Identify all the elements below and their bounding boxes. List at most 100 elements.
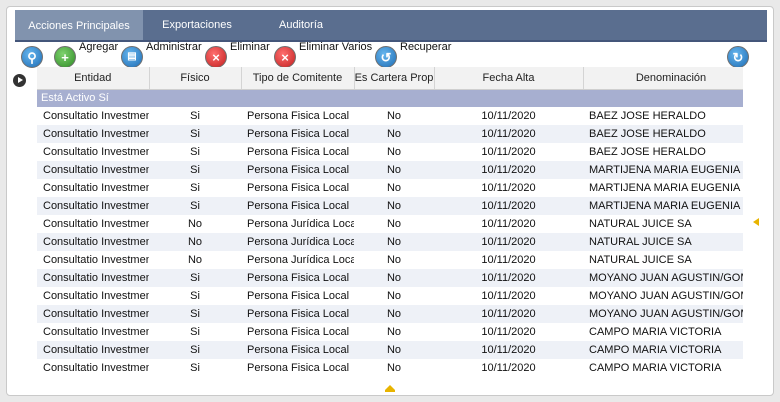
table-row[interactable]: Consultatio Investments Si Persona Fisica … [37,179,743,197]
cell-cartera-prop: No [354,125,434,143]
cell-tipo-comitente: Persona Fisica Local [241,341,354,359]
cell-denominacion: MOYANO JUAN AGUSTIN/GOME [583,269,743,287]
table-row[interactable]: Consultatio Investments Si Persona Fisica … [37,107,743,125]
cell-fecha-alta: 10/11/2020 [481,362,536,374]
cell-cartera-prop: No [386,362,402,374]
collapse-left-icon[interactable] [753,217,759,227]
recover-button[interactable]: ↺ Recuperar [375,41,452,68]
cell-tipo-comitente: Persona Fisica Local [247,362,350,374]
table-row[interactable]: Consultatio Investments No Persona Jurídic… [37,233,743,251]
cell-fecha-alta: 10/11/2020 [481,182,536,194]
table-row[interactable]: Consultatio Investments Si Persona Fisica … [37,359,743,377]
cell-tipo-comitente: Persona Fisica Local [247,290,350,302]
folder-icon: ▤ [121,46,143,68]
table-row[interactable]: Consultatio Investments Si Persona Fisica … [37,323,743,341]
cell-fecha-alta: 10/11/2020 [481,326,536,338]
plus-icon: + [54,46,76,68]
admin-button[interactable]: ▤ Administrar [121,41,202,68]
main-panel: Acciones Principales Exportaciones Audit… [6,6,774,396]
cell-entidad: Consultatio Investments [43,290,149,302]
delete-button[interactable]: × Eliminar [205,41,270,68]
cell-entidad: Consultatio Investments [43,218,149,230]
cell-fisico: Si [149,125,241,143]
cell-cartera-prop: No [386,218,402,230]
add-label: Agregar [79,41,119,53]
col-header-fecha-alta[interactable]: Fecha Alta [434,67,584,90]
cell-tipo-comitente: Persona Jurídica Local [247,218,354,230]
cell-fisico: Si [149,161,241,179]
close-multiple-icon: × [274,46,296,68]
cell-fecha-alta: 10/11/2020 [434,341,583,359]
col-header-entidad[interactable]: Entidad [37,67,150,90]
close-icon: × [205,46,227,68]
cell-entidad: Consultatio Investments [43,146,149,158]
cell-tipo-comitente: Persona Jurídica Local [241,233,354,251]
tab-auditoria[interactable]: Auditoría [261,10,341,40]
cell-cartera-prop: No [354,341,434,359]
cell-tipo-comitente: Persona Fisica Local [241,197,354,215]
search-icon: ⚲ [21,46,43,68]
table-row[interactable]: Consultatio Investments Si Persona Fisica … [37,287,743,305]
search-button[interactable]: ⚲ [21,41,43,68]
cell-tipo-comitente: Persona Fisica Local [241,161,354,179]
refresh-button[interactable]: ↻ [727,41,749,68]
table-row[interactable]: Consultatio Investments Si Persona Fisica … [37,143,743,161]
table-row[interactable]: Consultatio Investments Si Persona Fisica … [37,269,743,287]
table-row[interactable]: Consultatio Investments Si Persona Fisica … [37,125,743,143]
cell-fecha-alta: 10/11/2020 [434,197,583,215]
cell-fisico: No [187,218,203,230]
recover-label: Recuperar [400,41,452,53]
cell-denominacion: BAEZ JOSE HERALDO [589,110,706,122]
cell-fisico: Si [149,305,241,323]
cell-tipo-comitente: Persona Fisica Local [241,269,354,287]
cell-entidad: Consultatio Investments [37,161,149,179]
cell-fecha-alta: 10/11/2020 [434,233,583,251]
play-icon[interactable] [13,74,26,87]
col-header-denominacion[interactable]: Denominación [583,67,743,90]
cell-entidad: Consultatio Investments [37,125,149,143]
cell-entidad: Consultatio Investments [37,269,149,287]
table-row[interactable]: Consultatio Investments Si Persona Fisica … [37,161,743,179]
cell-cartera-prop: No [386,182,402,194]
cell-denominacion: MARTIJENA MARIA EUGENIA [589,182,741,194]
cell-cartera-prop: No [386,146,402,158]
group-row[interactable]: Está Activo Sí [37,89,743,107]
add-button[interactable]: + Agregar [54,41,119,68]
cell-fecha-alta: 10/11/2020 [434,305,583,323]
cell-entidad: Consultatio Investments [43,110,149,122]
delete-many-button[interactable]: × Eliminar Varios [274,41,373,68]
cell-fecha-alta: 10/11/2020 [434,125,583,143]
collapse-up-icon[interactable] [385,385,395,392]
cell-tipo-comitente: Persona Fisica Local [247,182,350,194]
cell-fecha-alta: 10/11/2020 [481,254,536,266]
table-row[interactable]: Consultatio Investments Si Persona Fisica … [37,341,743,359]
col-header-tipo-comitente[interactable]: Tipo de Comitente [241,67,355,90]
cell-entidad: Consultatio Investments [37,233,149,251]
tab-exportaciones[interactable]: Exportaciones [153,10,241,40]
cell-denominacion: NATURAL JUICE SA [583,233,743,251]
delete-many-label: Eliminar Varios [299,41,373,53]
cell-tipo-comitente: Persona Fisica Local [247,110,350,122]
cell-fisico: Si [190,182,200,194]
cell-entidad: Consultatio Investments [43,182,149,194]
cell-fisico: Si [149,341,241,359]
cell-fecha-alta: 10/11/2020 [481,146,536,158]
cell-fisico: Si [190,362,200,374]
table-row[interactable]: Consultatio Investments Si Persona Fisica … [37,197,743,215]
table-row[interactable]: Consultatio Investments No Persona Jurídic… [37,251,743,269]
col-header-fisico[interactable]: Físico [149,67,242,90]
tab-acciones-principales[interactable]: Acciones Principales [15,10,143,40]
header-row: Entidad Físico Tipo de Comitente Es Cart… [37,67,743,90]
cell-fecha-alta: 10/11/2020 [481,290,536,302]
cell-fisico: Si [190,146,200,158]
table-row[interactable]: Consultatio Investments No Persona Jurídic… [37,215,743,233]
col-header-cartera-prop[interactable]: Es Cartera Prop [354,67,435,90]
cell-entidad: Consultatio Investments [43,326,149,338]
cell-denominacion: MOYANO JUAN AGUSTIN/GOME [589,290,743,302]
cell-cartera-prop: No [354,197,434,215]
cell-fisico: Si [190,290,200,302]
table-row[interactable]: Consultatio Investments Si Persona Fisica … [37,305,743,323]
cell-cartera-prop: No [354,305,434,323]
cell-cartera-prop: No [386,254,402,266]
cell-fisico: No [149,233,241,251]
